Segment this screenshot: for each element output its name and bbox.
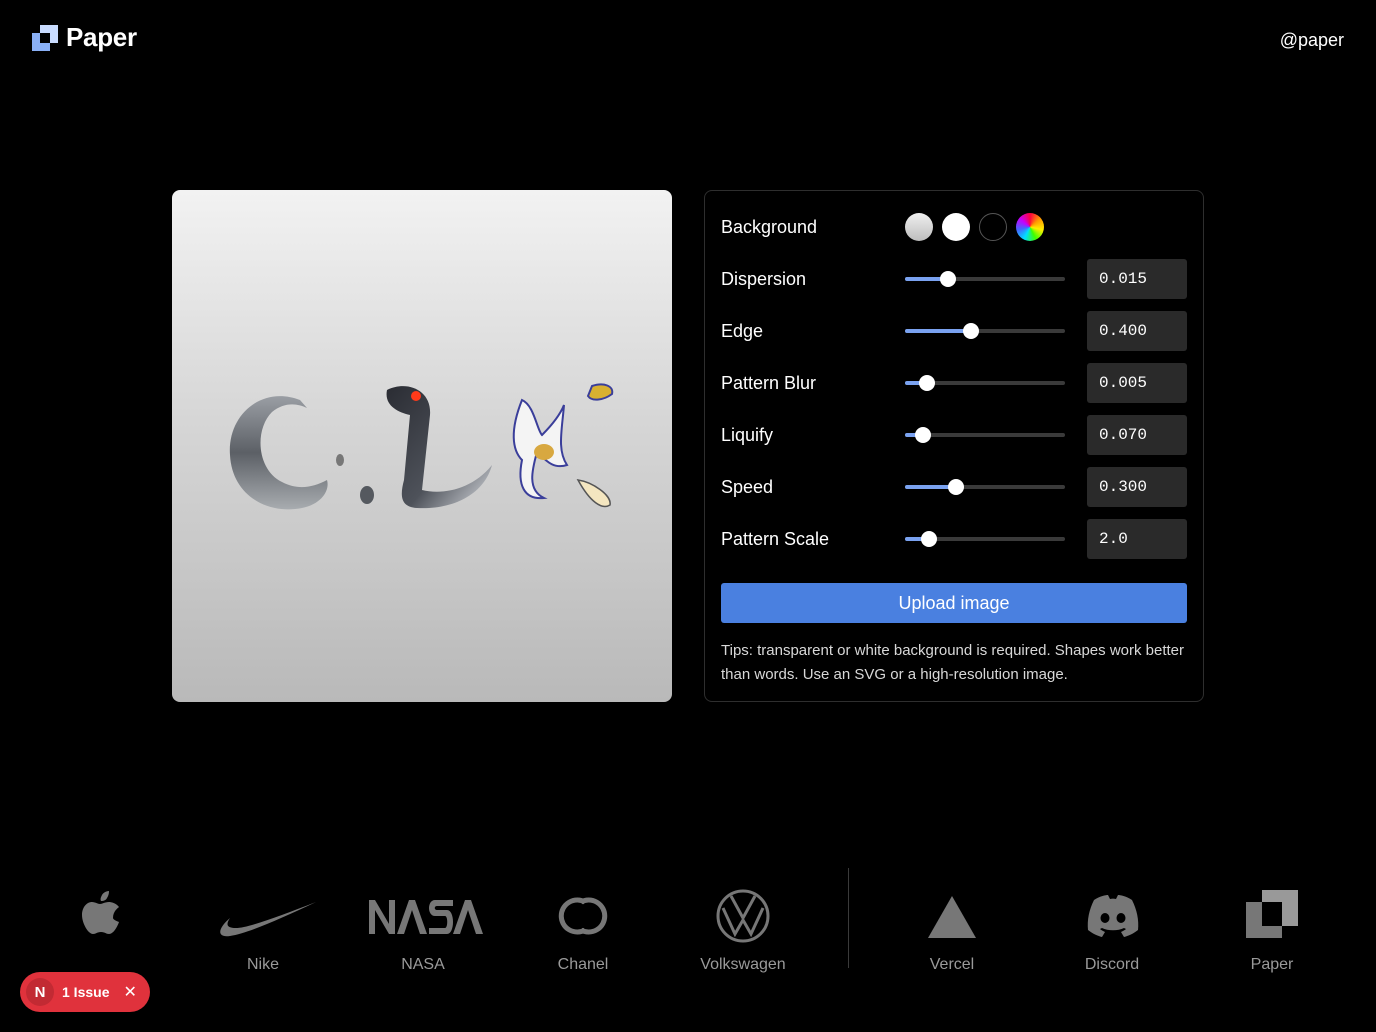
background-swatches: [905, 213, 1044, 241]
logo-nasa[interactable]: NASA: [353, 886, 493, 976]
slider-thumb[interactable]: [914, 427, 931, 443]
pattern-blur-slider[interactable]: [905, 371, 1065, 395]
issue-count: 1 Issue: [62, 984, 110, 1000]
brand-name: Paper: [66, 22, 137, 52]
logo-label: Chanel: [557, 956, 609, 973]
logo-label: Paper: [1250, 956, 1294, 973]
logo-volkswagen[interactable]: Volkswagen: [673, 886, 813, 976]
background-label: Background: [721, 216, 818, 237]
logo-chanel[interactable]: Chanel: [513, 886, 653, 976]
slider-thumb[interactable]: [919, 375, 936, 391]
logo-strip: Nike NASA Chanel Volkswagen Vercel Disco…: [0, 868, 1376, 1032]
edge-label: Edge: [721, 320, 764, 341]
slider-thumb[interactable]: [921, 531, 937, 547]
liquid-preview-canvas: [172, 190, 672, 702]
discord-icon: [1087, 895, 1139, 937]
logo-label: Vercel: [929, 956, 975, 973]
param-row-pattern-blur: Pattern Blur: [721, 363, 1187, 403]
dispersion-label: Dispersion: [721, 268, 807, 289]
paper-logo-icon: [32, 24, 58, 51]
volkswagen-icon: [716, 889, 770, 943]
speed-input[interactable]: [1087, 467, 1187, 507]
bg-swatch-white[interactable]: [942, 213, 970, 241]
param-row-pattern-scale: Pattern Scale: [721, 519, 1187, 559]
slider-thumb[interactable]: [962, 323, 979, 339]
pattern-blur-label: Pattern Blur: [721, 372, 817, 393]
pattern-scale-label: Pattern Scale: [721, 528, 830, 549]
bg-swatch-gradient[interactable]: [905, 213, 933, 241]
handle-link[interactable]: @paper: [1280, 30, 1344, 51]
nasa-icon: [369, 900, 483, 934]
logo-paper[interactable]: Paper: [1202, 886, 1342, 976]
apple-icon: [82, 891, 119, 934]
logo-label: Volkswagen: [700, 956, 786, 973]
logo-divider: [848, 868, 849, 968]
param-row-edge: Edge: [721, 311, 1187, 351]
logo-nike[interactable]: Nike: [193, 886, 333, 976]
tips-text: Tips: transparent or white background is…: [721, 642, 1185, 683]
logo-vercel[interactable]: Vercel: [882, 886, 1022, 976]
dispersion-input[interactable]: [1087, 259, 1187, 299]
paper-icon: [1246, 890, 1298, 938]
brand[interactable]: Paper: [32, 22, 137, 53]
logo-label: NASA: [401, 956, 445, 973]
edge-slider[interactable]: [905, 319, 1065, 343]
param-row-liquify: Liquify: [721, 415, 1187, 455]
pattern-scale-slider[interactable]: [905, 527, 1065, 551]
param-row-dispersion: Dispersion: [721, 259, 1187, 299]
speed-slider[interactable]: [905, 475, 1065, 499]
nike-icon: [220, 902, 316, 937]
vercel-icon: [928, 896, 976, 938]
issue-avatar: N: [26, 978, 54, 1006]
background-row: Background: [721, 207, 1187, 247]
liquify-input[interactable]: [1087, 415, 1187, 455]
issue-badge[interactable]: N 1 Issue ✕: [20, 972, 150, 1012]
logo-label: Nike: [246, 956, 279, 973]
slider-fill: [905, 329, 971, 333]
logo-apple[interactable]: [33, 886, 173, 976]
bg-swatch-rainbow[interactable]: [1016, 213, 1044, 241]
pattern-scale-input[interactable]: [1087, 519, 1187, 559]
speed-label: Speed: [721, 476, 774, 497]
pattern-blur-input[interactable]: [1087, 363, 1187, 403]
edge-input[interactable]: [1087, 311, 1187, 351]
bg-swatch-black[interactable]: [979, 213, 1007, 241]
slider-thumb[interactable]: [940, 271, 957, 287]
upload-image-button[interactable]: Upload image: [721, 583, 1187, 623]
chanel-icon: [558, 897, 608, 935]
param-row-speed: Speed: [721, 467, 1187, 507]
slider-thumb[interactable]: [948, 479, 965, 495]
controls-panel: Background Dispersion Edge Pattern Blur: [704, 190, 1204, 702]
close-icon[interactable]: ✕: [123, 982, 136, 1002]
liquify-slider[interactable]: [905, 423, 1065, 447]
dispersion-slider[interactable]: [905, 267, 1065, 291]
logo-discord[interactable]: Discord: [1042, 886, 1182, 976]
liquify-label: Liquify: [721, 424, 774, 445]
logo-label: Discord: [1084, 956, 1140, 973]
